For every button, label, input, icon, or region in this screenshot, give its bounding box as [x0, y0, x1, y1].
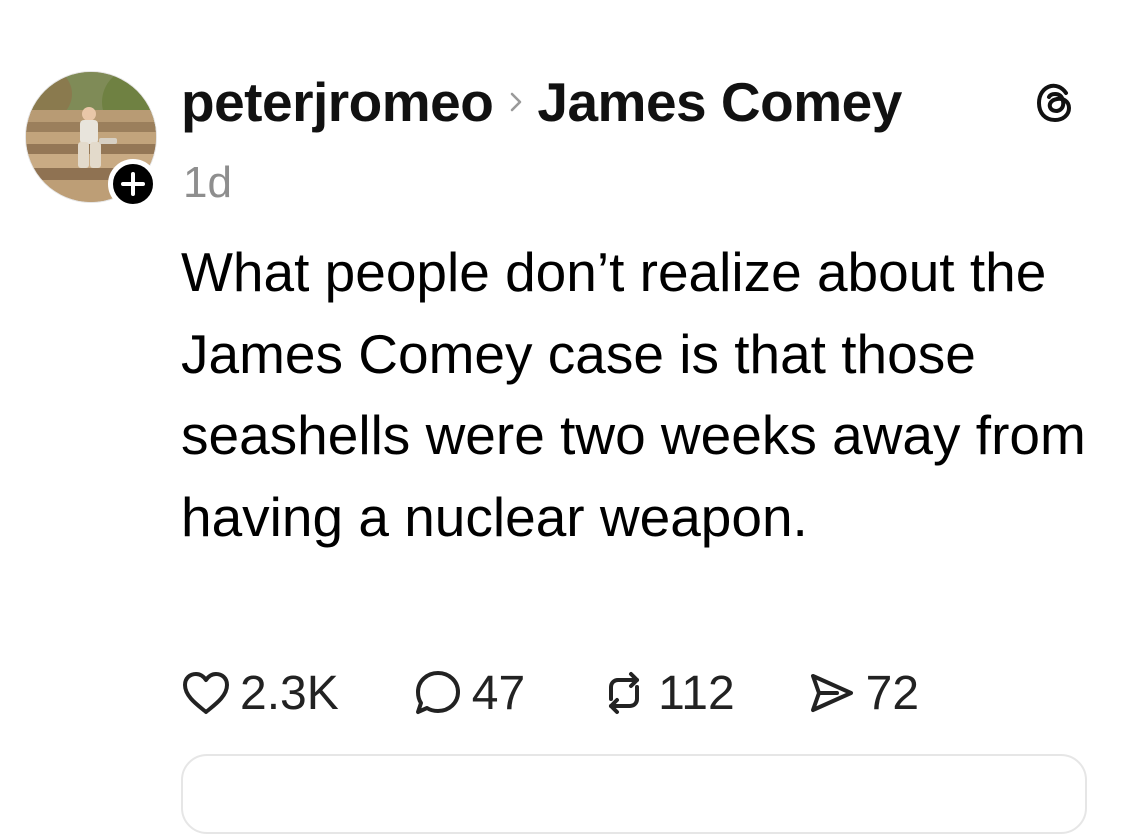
- post-timestamp: 1d: [183, 158, 232, 207]
- reply-input-box[interactable]: [181, 754, 1087, 834]
- follow-button[interactable]: [108, 159, 158, 209]
- like-count: 2.3K: [240, 666, 339, 720]
- thread-post: peterjromeo James Comey 1d What people d…: [0, 0, 1125, 834]
- reply-count: 47: [471, 666, 526, 720]
- post-body-text: What people don’t realize about the Jame…: [181, 241, 1086, 548]
- reply-button[interactable]: 47: [413, 666, 525, 721]
- like-button[interactable]: 2.3K: [181, 666, 339, 721]
- send-icon: [810, 674, 853, 712]
- avatar-container[interactable]: [25, 71, 158, 209]
- repost-count: 112: [658, 666, 735, 720]
- chevron-right-icon: [509, 91, 523, 113]
- plus-icon: [121, 172, 145, 196]
- action-bar: 2.3K 47 112 72: [181, 661, 919, 725]
- share-count: 72: [865, 666, 920, 720]
- post-header: peterjromeo James Comey: [181, 66, 902, 138]
- comment-icon: [415, 671, 460, 714]
- username-link[interactable]: peterjromeo: [181, 70, 494, 134]
- heart-icon: [183, 672, 229, 714]
- topic-link[interactable]: James Comey: [537, 70, 902, 134]
- repost-button[interactable]: 112: [599, 666, 735, 721]
- repost-icon: [609, 672, 640, 714]
- threads-logo-icon[interactable]: [1032, 79, 1080, 127]
- share-button[interactable]: 72: [807, 666, 919, 721]
